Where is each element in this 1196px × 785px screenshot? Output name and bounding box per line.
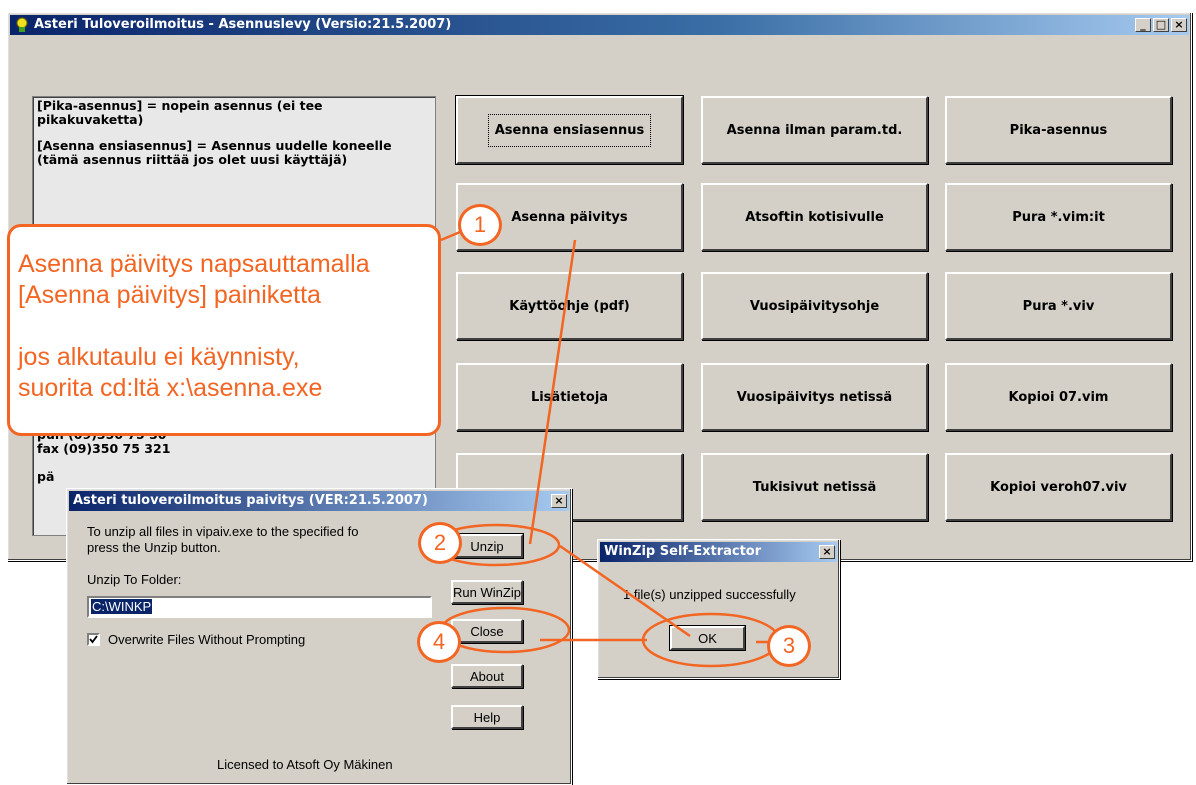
step-number: 1 [458,204,502,246]
connector-line [440,230,461,242]
step-number: 4 [417,621,461,663]
step-number: 3 [767,625,811,667]
connector-line [528,239,577,545]
connector-line [559,544,691,638]
step-number: 2 [418,522,462,564]
highlight-ellipse [641,612,781,668]
annotation-overlay [431,230,781,668]
